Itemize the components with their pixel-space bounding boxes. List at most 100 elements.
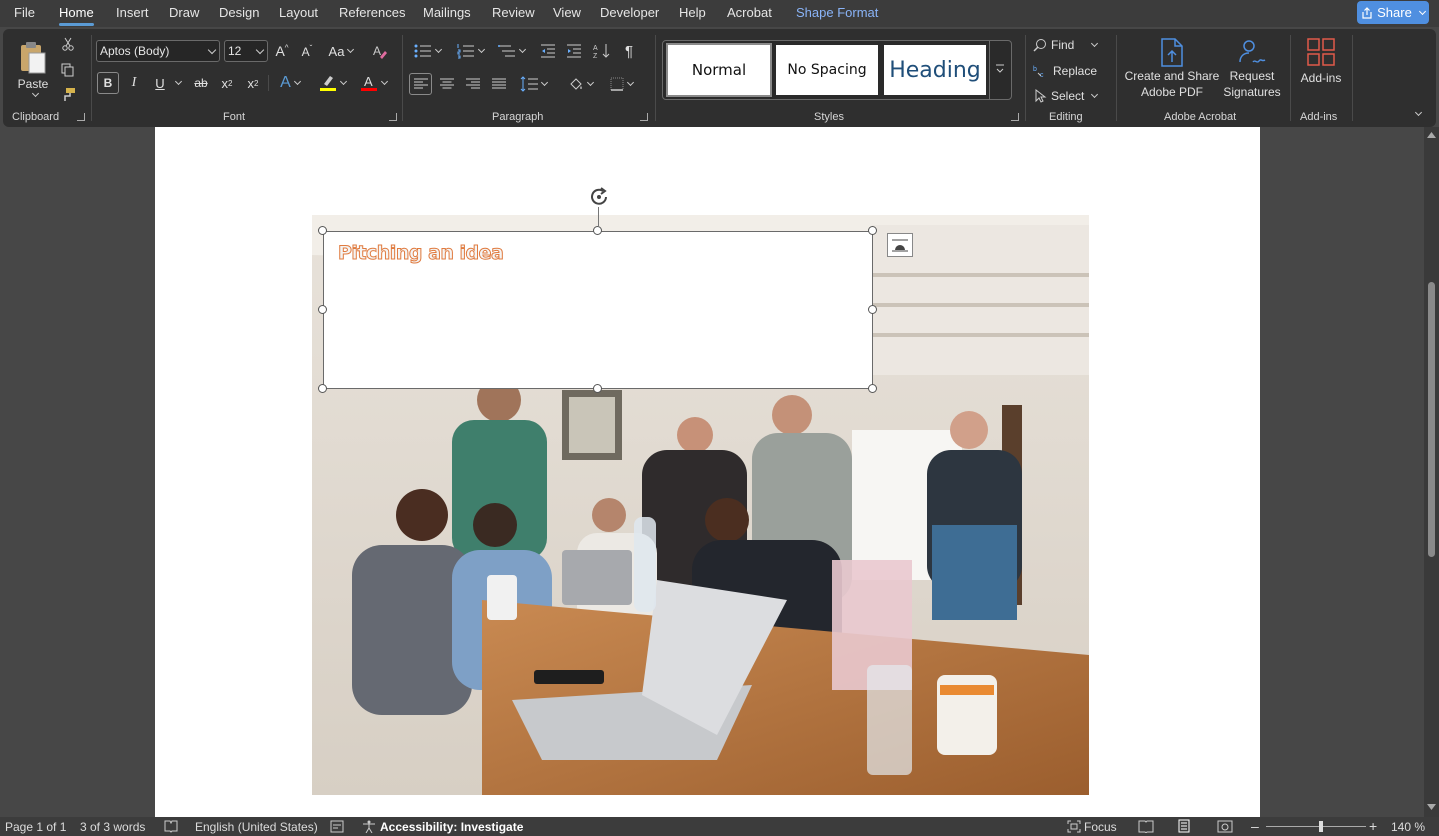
font-size-combo[interactable]: 12 [224, 40, 268, 62]
document-page[interactable]: Pitching an idea [155, 127, 1260, 817]
share-button[interactable]: Share [1357, 1, 1429, 24]
accessibility-status[interactable]: Accessibility: Investigate [380, 820, 523, 834]
style-normal[interactable]: Normal [666, 43, 772, 97]
tab-acrobat[interactable]: Acrobat [727, 5, 772, 20]
italic-button[interactable]: I [124, 73, 144, 93]
tab-help[interactable]: Help [679, 5, 706, 20]
find-button[interactable]: Find [1033, 35, 1105, 55]
scrollbar-thumb[interactable] [1428, 282, 1435, 557]
style-heading[interactable]: Heading [884, 45, 986, 95]
clipboard-launcher-icon[interactable] [77, 113, 85, 121]
tab-design[interactable]: Design [219, 5, 259, 20]
web-layout-icon[interactable] [1217, 820, 1233, 833]
resize-handle-right[interactable] [868, 305, 877, 314]
text-effects-button[interactable]: A [273, 73, 307, 93]
vertical-scrollbar[interactable] [1424, 127, 1439, 817]
font-launcher-icon[interactable] [389, 113, 397, 121]
align-center-button[interactable] [436, 73, 458, 95]
layout-options-button[interactable] [887, 233, 913, 257]
format-painter-button[interactable] [59, 85, 77, 103]
multilevel-list-button[interactable] [493, 41, 529, 61]
resize-handle-bottom[interactable] [593, 384, 602, 393]
tab-developer[interactable]: Developer [600, 5, 659, 20]
resize-handle-left[interactable] [318, 305, 327, 314]
tab-mailings[interactable]: Mailings [423, 5, 471, 20]
rotate-handle-icon[interactable] [588, 186, 612, 208]
bold-button[interactable]: B [97, 72, 119, 94]
subscript-button[interactable]: x2 [217, 73, 237, 93]
align-left-button[interactable] [409, 73, 432, 95]
numbering-button[interactable] [452, 41, 488, 61]
zoom-level[interactable]: 140 % [1391, 820, 1425, 834]
read-mode-icon[interactable] [1138, 820, 1154, 833]
numbering-icon [457, 44, 474, 59]
add-ins-button[interactable]: Add-ins [1296, 35, 1346, 87]
scroll-up-icon[interactable] [1427, 131, 1436, 138]
resize-handle-top-right[interactable] [868, 226, 877, 235]
scroll-down-icon[interactable] [1427, 804, 1436, 811]
resize-handle-bottom-left[interactable] [318, 384, 327, 393]
resize-handle-top-left[interactable] [318, 226, 327, 235]
bullets-button[interactable] [409, 41, 445, 61]
paste-button[interactable]: Paste [13, 35, 53, 101]
clear-formatting-button[interactable]: A [369, 41, 391, 61]
resize-handle-bottom-right[interactable] [868, 384, 877, 393]
styles-more-button[interactable] [989, 41, 1011, 99]
copy-button[interactable] [59, 61, 77, 79]
tab-draw[interactable]: Draw [169, 5, 199, 20]
zoom-out-button[interactable]: – [1251, 818, 1259, 834]
zoom-slider-track[interactable] [1266, 826, 1366, 827]
grow-font-button[interactable]: A^ [272, 41, 292, 61]
svg-text:A: A [364, 74, 373, 89]
select-button[interactable]: Select [1033, 86, 1105, 106]
sort-button[interactable]: AZ [591, 41, 613, 61]
request-signatures-button[interactable]: Request Signatures [1221, 35, 1283, 103]
tab-file[interactable]: File [14, 5, 35, 20]
shading-button[interactable] [562, 73, 598, 95]
zoom-slider-thumb[interactable] [1319, 821, 1323, 832]
focus-mode[interactable]: Focus [1084, 820, 1117, 834]
word-count[interactable]: 3 of 3 words [80, 820, 145, 834]
paragraph-launcher-icon[interactable] [640, 113, 648, 121]
superscript-button[interactable]: x2 [243, 73, 263, 93]
tab-view[interactable]: View [553, 5, 581, 20]
tab-home[interactable]: Home [59, 5, 94, 26]
justify-button[interactable] [488, 73, 510, 95]
styles-launcher-icon[interactable] [1011, 113, 1019, 121]
increase-indent-button[interactable] [563, 41, 585, 61]
text-box-shape[interactable]: Pitching an idea [323, 231, 873, 389]
tab-layout[interactable]: Layout [279, 5, 318, 20]
shrink-font-button[interactable]: Aˇ [297, 41, 317, 61]
font-color-button[interactable]: A [354, 73, 392, 93]
font-name-combo[interactable]: Aptos (Body) [96, 40, 220, 62]
style-no-spacing[interactable]: No Spacing [776, 45, 878, 95]
proofing-icon[interactable] [164, 820, 178, 833]
change-case-button[interactable]: Aa [325, 41, 357, 61]
cut-button[interactable] [59, 35, 77, 53]
show-formatting-button[interactable]: ¶ [619, 41, 639, 61]
line-spacing-button[interactable] [515, 73, 551, 95]
tab-shape-format[interactable]: Shape Format [796, 5, 878, 20]
editing-group-label: Editing [1049, 111, 1083, 123]
tab-insert[interactable]: Insert [116, 5, 149, 20]
tab-references[interactable]: References [339, 5, 405, 20]
macro-icon[interactable] [330, 820, 344, 833]
underline-dropdown[interactable] [170, 73, 182, 93]
highlight-button[interactable] [313, 73, 351, 93]
decrease-indent-button[interactable] [537, 41, 559, 61]
align-right-button[interactable] [462, 73, 484, 95]
chevron-down-icon [380, 77, 388, 86]
resize-handle-top[interactable] [593, 226, 602, 235]
tab-review[interactable]: Review [492, 5, 535, 20]
replace-button[interactable]: bc Replace [1033, 61, 1105, 81]
zoom-in-button[interactable]: + [1369, 818, 1377, 834]
borders-button[interactable] [603, 73, 639, 95]
underline-button[interactable]: U [150, 73, 170, 93]
text-box-text[interactable]: Pitching an idea [337, 242, 504, 265]
create-share-pdf-button[interactable]: Create and Share Adobe PDF [1124, 35, 1220, 103]
language[interactable]: English (United States) [195, 820, 318, 834]
collapse-ribbon-button[interactable] [1408, 107, 1424, 121]
print-layout-icon[interactable] [1177, 819, 1191, 833]
strikethrough-button[interactable]: ab [190, 73, 212, 93]
page-count[interactable]: Page 1 of 1 [5, 820, 66, 834]
